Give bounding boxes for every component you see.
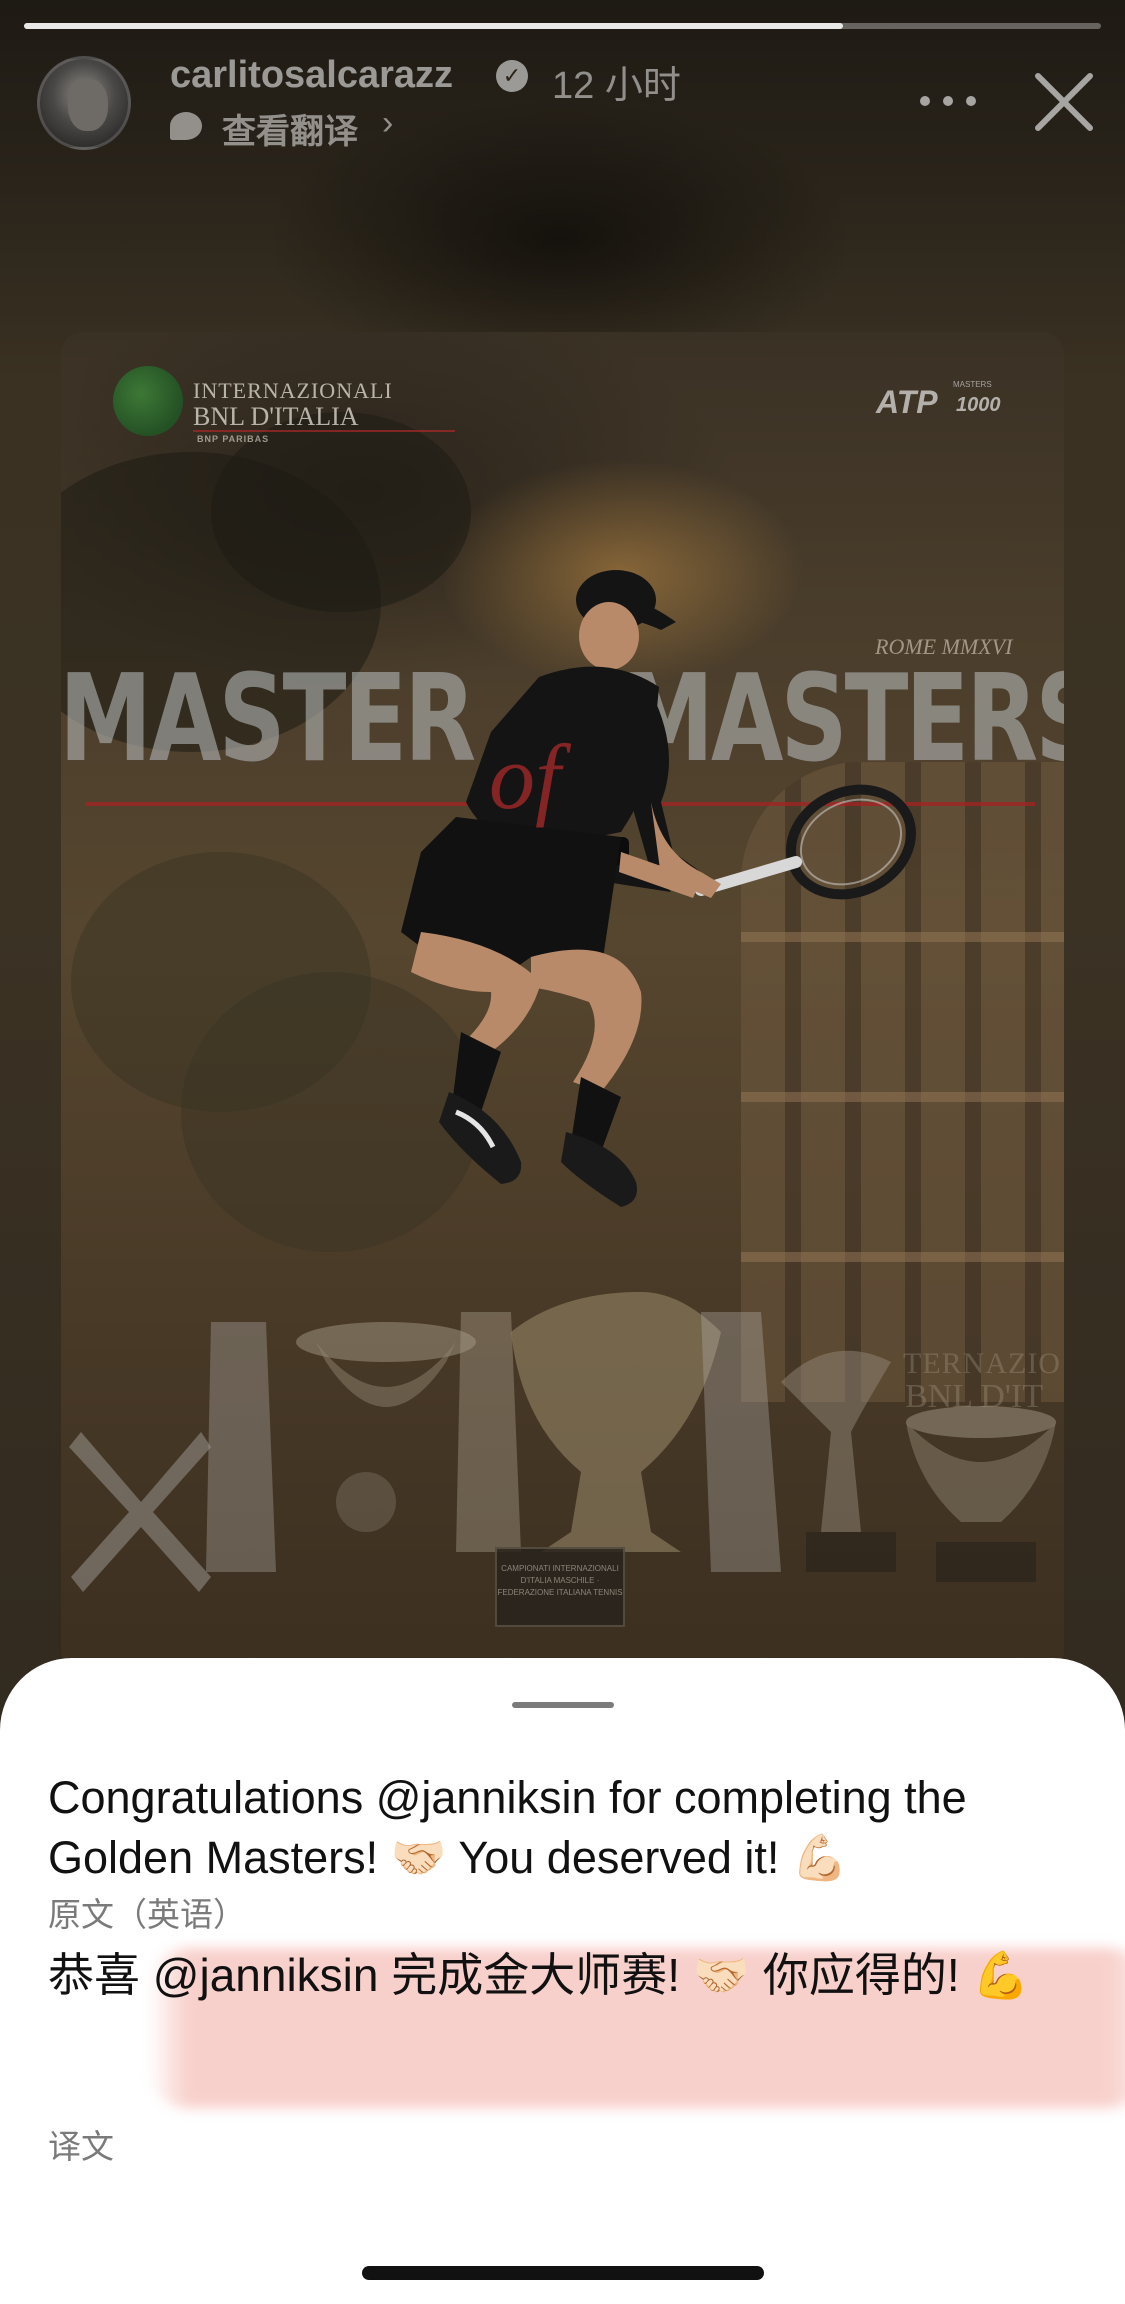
home-indicator[interactable] (362, 2266, 764, 2280)
post-time: 12 小时 (552, 65, 681, 107)
original-caption: Congratulations @janniksin for completin… (48, 1772, 967, 1883)
story-progress-fill (24, 23, 843, 29)
avatar[interactable] (37, 56, 131, 150)
player-jumping-illustration (69, 570, 1056, 1592)
headline-of: of (489, 726, 561, 828)
translation-sheet: Congratulations @janniksin for completin… (0, 1658, 1125, 2304)
poster-watermark-line2: BNL D'IT (905, 1378, 1044, 1415)
translated-caption: 恭喜 @janniksin 完成金大师赛! 🤝🏻 你应得的! 💪 (48, 1949, 1030, 2001)
close-icon[interactable] (1030, 68, 1098, 136)
original-language-label: 原文（英语） (48, 1896, 246, 1933)
translated-label: 译文 (48, 2128, 114, 2165)
more-options-icon[interactable] (920, 86, 976, 116)
chevron-right-icon[interactable]: › (382, 104, 393, 143)
sheet-drag-handle[interactable] (512, 1702, 614, 1708)
see-translation-link[interactable]: 查看翻译 (222, 104, 358, 153)
trophy-plaque: CAMPIONATI INTERNAZIONALI D'ITALIA MASCH… (495, 1547, 625, 1627)
poster-watermark-line1: TERNAZIO (903, 1347, 1061, 1380)
verified-badge-icon: ✓ (496, 60, 528, 92)
story-image-poster: INTERNAZIONALI BNL D'ITALIA BNP PARIBAS … (61, 332, 1064, 1672)
username[interactable]: carlitosalcarazz (170, 54, 453, 97)
speech-bubble-icon (170, 112, 202, 140)
story-progress-bar (24, 23, 1101, 29)
